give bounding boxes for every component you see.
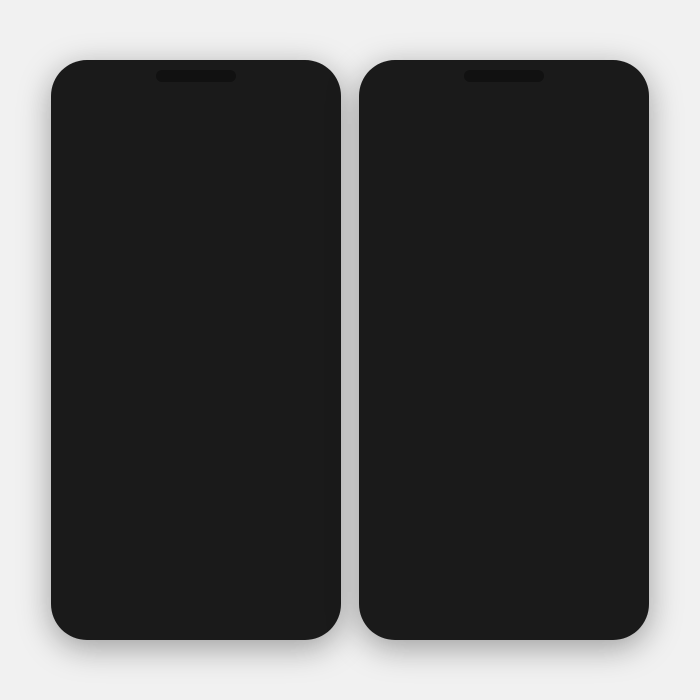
- broaden-label-partial[interactable]: Pa: [601, 347, 629, 370]
- result-title-1[interactable]: How to Paint with Acrylics: A Step-by-St…: [63, 88, 329, 138]
- broaden-img-2: [425, 296, 469, 341]
- bottom-result-title-left[interactable]: 20 Acrylic Painting Tips: [73, 445, 319, 460]
- site-info-2: www.craftskids.com › blog...: [381, 163, 509, 175]
- bottom-result-date-right: Jul 6, 2020: [381, 418, 569, 428]
- more-options-icon-bottom[interactable]: ⋮: [514, 384, 528, 401]
- bottom-result-snippet-right: What paint to use? What subject matter? …: [381, 428, 569, 455]
- refine-chip-easy[interactable]: 🔍 Easy ac: [199, 384, 321, 407]
- broaden-heading: Broaden this search: [379, 273, 629, 288]
- refine-chip-online-courses[interactable]: 🔍 Acrylic painting online courses: [71, 384, 193, 407]
- bottom-result-image-right: [577, 384, 627, 429]
- bottom-result-title-right[interactable]: 20 Acrylic Painting Tips: [381, 403, 569, 418]
- result-title-2[interactable]: Painting with kids: Ideas and Tips!: [381, 180, 627, 203]
- broaden-img-1: [379, 296, 423, 341]
- refine-chip-ideas[interactable]: 🔍 Acrylic painting ideas: [71, 326, 193, 349]
- site-info-right-bottom: www.theabstractlyfe › blog... ⋮: [381, 384, 569, 401]
- right-phone: out tips on how to start your artistic j…: [359, 60, 649, 640]
- paintbrush-illustration: [93, 138, 213, 198]
- favicon-right-bottom: [381, 386, 393, 398]
- more-options-icon-2[interactable]: ⋮: [613, 161, 627, 178]
- left-phone: How to Paint with Acrylics: A Step-by-St…: [51, 60, 341, 640]
- top-snippet-image: [577, 96, 627, 146]
- refine-chip-techniques[interactable]: 🔍 Acrylic painting techniques: [71, 355, 193, 378]
- broaden-labels-row: Styles of painting Famous painters Pa: [379, 347, 629, 370]
- broaden-label-styles[interactable]: Styles of painting: [379, 347, 486, 370]
- refine-chip-paintremover[interactable]: 🔍 Paint remo: [199, 355, 321, 378]
- broaden-img-3: [471, 296, 515, 341]
- favicon-left: [73, 428, 85, 440]
- site-url-left: www.theabstractlyfe › blog...: [89, 429, 202, 439]
- site-info-left: www.theabstractlyfe › blog... ⋮: [73, 426, 319, 443]
- broaden-img-5: [563, 296, 607, 341]
- bottom-result-left: www.theabstractlyfe › blog... ⋮ 20 Acryl…: [63, 417, 329, 468]
- favicon-2: [381, 163, 393, 175]
- right-screen-content: out tips on how to start your artistic j…: [371, 88, 637, 624]
- result-card-header-2: www.craftskids.com › blog... ⋮: [381, 161, 627, 178]
- refine-search-box: Refine this search 🔍 Acrylic painting id…: [63, 292, 329, 417]
- search-icon: 🔍: [80, 332, 91, 343]
- broaden-img-partial: [609, 296, 629, 341]
- broaden-img-4: [517, 296, 561, 341]
- paint-splash-illustration: [582, 101, 612, 136]
- refine-chips-grid: 🔍 Acrylic painting ideas 🔍 Acrylic paint…: [71, 326, 321, 407]
- search-icon: 🔍: [80, 361, 91, 372]
- result-image-1: [63, 138, 329, 238]
- result-date-2: Sept 22, 2020: [381, 203, 569, 213]
- bottom-result-right: www.theabstractlyfe › blog... ⋮ 20 Acryl…: [371, 378, 637, 461]
- site-url-right-bottom: www.theabstractlyfe › blog...: [397, 387, 510, 397]
- result-image-2: [577, 203, 627, 258]
- refine-chip-sets[interactable]: 🔍 Acrylic paint sets: [199, 326, 321, 349]
- result-card-body-2: Sept 22, 2020 Painting for kids can be s…: [381, 203, 627, 258]
- top-snippet-text: out tips on how to start your artistic j…: [381, 96, 569, 123]
- left-screen-content: How to Paint with Acrylics: A Step-by-St…: [63, 88, 329, 624]
- more-options-icon[interactable]: ⋮: [206, 426, 220, 443]
- result-snippet-2: Painting for kids can be so much fun and…: [381, 213, 569, 253]
- search-icon: 🔍: [208, 332, 219, 343]
- search-icon: 🔍: [208, 390, 219, 401]
- site-url-2: www.craftskids.com › blog...: [397, 164, 509, 174]
- broaden-search-box: Broaden this search Styles of painting F…: [371, 264, 637, 378]
- child-painting-illustration: [582, 208, 622, 248]
- right-phone-screen: out tips on how to start your artistic j…: [371, 88, 637, 624]
- broaden-label-painters[interactable]: Famous painters: [490, 347, 597, 370]
- top-snippet-area: out tips on how to start your artistic j…: [371, 88, 637, 154]
- result-snippet-1: Are you looking for some new acrylic pai…: [63, 238, 329, 292]
- left-phone-screen: How to Paint with Acrylics: A Step-by-St…: [63, 88, 329, 624]
- search-icon: 🔍: [80, 390, 91, 401]
- refine-heading: Refine this search: [71, 303, 321, 318]
- broaden-images-row: [379, 296, 629, 341]
- search-icon: 🔍: [208, 361, 219, 372]
- result-card-2: www.craftskids.com › blog... ⋮ Painting …: [371, 155, 637, 264]
